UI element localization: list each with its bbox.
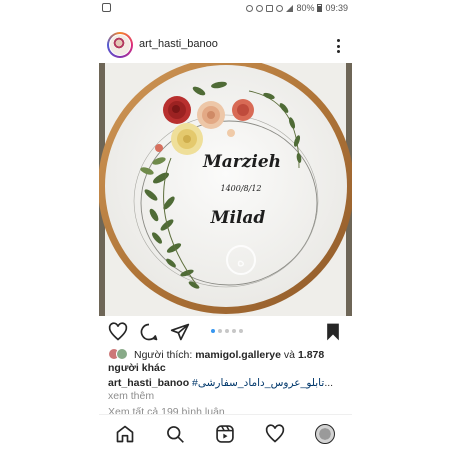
image-date: 1400/8/12: [220, 184, 261, 193]
post-header: art_hasti_banoo: [99, 30, 352, 60]
likes-suffix[interactable]: người khác: [108, 362, 166, 374]
heart-icon[interactable]: [108, 322, 128, 342]
image-name-bottom: Milad: [210, 208, 266, 228]
avatar[interactable]: [107, 32, 133, 58]
activity-heart-icon[interactable]: [265, 424, 285, 444]
bluetooth-icon: [246, 4, 254, 12]
home-icon[interactable]: [115, 424, 135, 444]
status-icons: 80% 09:39: [246, 3, 348, 13]
reels-icon[interactable]: [215, 424, 235, 444]
likes-count[interactable]: 1.878: [298, 349, 324, 361]
post-image[interactable]: Marzieh 1400/8/12 Milad ه: [99, 63, 352, 316]
caption-username[interactable]: art_hasti_banoo: [108, 377, 189, 389]
alarm-icon: [256, 4, 264, 12]
liker-avatars: [108, 348, 130, 360]
bookmark-icon[interactable]: [323, 322, 343, 342]
signal-icon: [286, 4, 294, 12]
likes-connector: và: [283, 349, 296, 361]
caption-hashtag[interactable]: #تابلو_عروس_داماد_سفارشی: [192, 377, 324, 389]
wifi-icon: [276, 4, 284, 12]
comment-icon[interactable]: [139, 322, 159, 342]
image-name-top: Marzieh: [202, 152, 281, 172]
clock: 09:39: [325, 3, 348, 13]
battery-icon: [317, 4, 323, 12]
send-icon[interactable]: [170, 322, 190, 342]
caption-ellipsis: ...: [324, 377, 334, 389]
status-bar: 80% 09:39: [99, 0, 352, 18]
post-actions: [99, 320, 352, 344]
caption: art_hasti_banoo #تابلو_عروس_داماد_سفارشی…: [108, 377, 348, 403]
post-username[interactable]: art_hasti_banoo: [139, 38, 218, 50]
search-icon[interactable]: [165, 424, 185, 444]
instagram-screen: 80% 09:39 art_hasti_banoo Marzieh 1400/8…: [99, 0, 352, 450]
mute-icon: [266, 4, 274, 12]
battery-percent: 80%: [296, 3, 315, 13]
svg-text:ه: ه: [237, 251, 245, 270]
carousel-indicator: [211, 329, 243, 333]
likes-line[interactable]: Người thích: mamigol.gallerye và 1.878 n…: [108, 348, 348, 375]
likes-prefix: Người thích:: [134, 349, 193, 361]
see-more-link[interactable]: xem thêm: [108, 390, 154, 402]
bottom-nav: [99, 414, 352, 450]
notification-icon: [102, 3, 111, 12]
profile-avatar[interactable]: [315, 424, 335, 444]
more-options-icon[interactable]: [336, 39, 340, 53]
liker-username[interactable]: mamigol.gallerye: [195, 349, 281, 361]
embroidery-hoop-image: Marzieh 1400/8/12 Milad ه: [99, 63, 352, 314]
